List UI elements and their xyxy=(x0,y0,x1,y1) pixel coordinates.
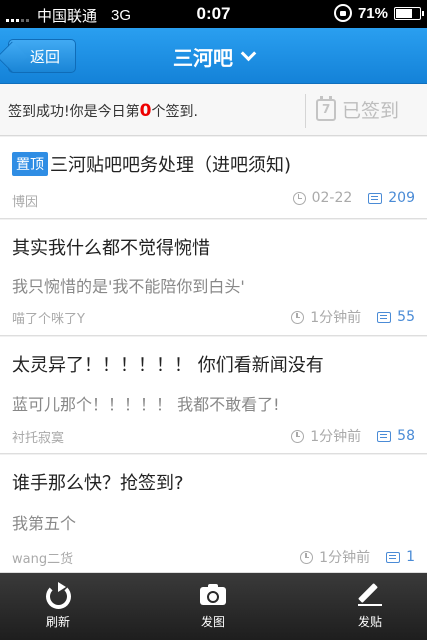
status-bar: 中国联通 3G 0:07 71% xyxy=(0,0,427,28)
sign-in-bar: 签到成功!你是今日第0个签到. 已签到 xyxy=(0,84,427,136)
reply-count: 55 xyxy=(397,309,415,325)
post-photo-label: 发图 xyxy=(200,615,225,629)
new-post-button[interactable]: 发贴 xyxy=(320,573,420,640)
battery-icon xyxy=(394,6,424,20)
sign-in-message: 签到成功!你是今日第0个签到. xyxy=(8,101,198,121)
post-meta: 1分钟前 1 xyxy=(300,547,415,567)
post-time: 1分钟前 xyxy=(310,429,362,445)
post-title: 太灵异了！！！！！！ 你们看新闻没有 xyxy=(12,355,324,376)
post-time: 1分钟前 xyxy=(310,310,362,326)
post-excerpt: 我只惋惜的是'我不能陪你到白头' xyxy=(12,277,245,296)
post-excerpt: 我第五个 xyxy=(12,514,77,533)
signed-in-label: 已签到 xyxy=(342,100,400,122)
refresh-button[interactable]: 刷新 xyxy=(8,573,108,640)
post-time: 1分钟前 xyxy=(319,550,371,566)
post-author: 衬托寂寞 xyxy=(12,431,65,446)
sign-in-message-prefix: 签到成功!你是今日第 xyxy=(8,104,140,120)
list-item[interactable]: 太灵异了！！！！！！ 你们看新闻没有 蓝可儿那个！！！！！ 我都不敢看了! 衬托… xyxy=(0,337,427,454)
post-author: 博因 xyxy=(12,195,39,210)
refresh-icon xyxy=(45,582,71,609)
reply-count: 209 xyxy=(388,190,415,206)
rotation-lock-icon xyxy=(333,4,352,22)
signed-in-button[interactable]: 已签到 xyxy=(316,95,400,123)
post-excerpt: 蓝可儿那个！！！！！ 我都不敢看了! xyxy=(12,395,280,414)
sign-in-message-suffix: 个签到. xyxy=(151,104,198,120)
battery-percent: 71% xyxy=(357,4,388,22)
new-post-label: 发贴 xyxy=(357,615,382,629)
comment-icon xyxy=(377,311,392,323)
comment-icon xyxy=(386,551,401,563)
list-item[interactable]: 其实我什么都不觉得惋惜 我只惋惜的是'我不能陪你到白头' 喵了个咪了Y 1分钟前… xyxy=(0,220,427,336)
bottom-toolbar: 刷新 发图 发贴 xyxy=(0,573,427,640)
list-item[interactable]: 谁手那么快？抢签到? 我第五个 wang二货 1分钟前 1 xyxy=(0,455,427,573)
post-title: 置顶 三河贴吧吧务处理（进吧须知) xyxy=(12,151,291,178)
post-time: 02-22 xyxy=(311,190,353,206)
list-item[interactable]: 置顶 三河贴吧吧务处理（进吧须知) 博因 02-22 209 xyxy=(0,137,427,219)
post-meta: 02-22 209 xyxy=(292,190,415,206)
post-author: wang二货 xyxy=(12,552,74,567)
pinned-badge: 置顶 xyxy=(12,152,48,176)
nav-header: 返回 三河吧 xyxy=(0,28,427,84)
clock-icon xyxy=(291,429,305,443)
divider xyxy=(305,94,306,128)
page-title: 三河吧 xyxy=(173,46,233,70)
post-photo-button[interactable]: 发图 xyxy=(163,573,263,640)
pen-icon xyxy=(357,583,383,607)
clock-icon xyxy=(292,191,306,205)
reply-count: 1 xyxy=(406,549,415,565)
clock-icon xyxy=(300,550,314,564)
reply-count: 58 xyxy=(397,428,415,444)
clock-icon xyxy=(291,310,305,324)
camera-icon xyxy=(200,583,226,607)
comment-icon xyxy=(368,192,383,204)
refresh-label: 刷新 xyxy=(45,615,70,629)
post-meta: 1分钟前 55 xyxy=(291,307,415,327)
calendar-icon xyxy=(316,95,336,121)
post-title: 谁手那么快？抢签到? xyxy=(12,473,184,494)
post-author: 喵了个咪了Y xyxy=(12,312,85,327)
back-button-label: 返回 xyxy=(29,47,60,66)
post-title-text: 三河贴吧吧务处理（进吧须知) xyxy=(50,155,292,176)
post-title: 其实我什么都不觉得惋惜 xyxy=(12,238,210,259)
forum-title-dropdown[interactable]: 三河吧 xyxy=(0,42,427,71)
status-right: 71% xyxy=(333,4,424,22)
chevron-down-icon xyxy=(240,45,257,62)
post-meta: 1分钟前 58 xyxy=(291,426,415,446)
sign-in-rank: 0 xyxy=(139,101,152,121)
comment-icon xyxy=(377,430,392,442)
